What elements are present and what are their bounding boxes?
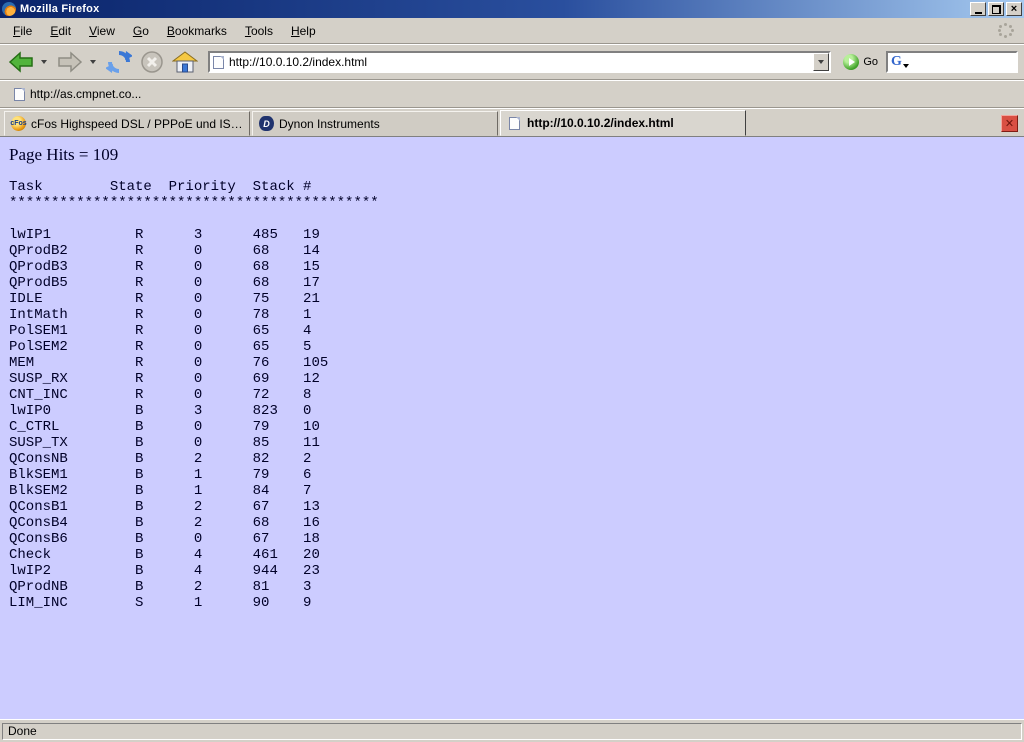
menu-help[interactable]: Help bbox=[282, 21, 325, 41]
bookmarks-toolbar: http://as.cmpnet.co... bbox=[0, 80, 1024, 108]
go-icon bbox=[843, 54, 859, 70]
url-input[interactable] bbox=[229, 54, 813, 70]
throbber-icon bbox=[998, 23, 1014, 39]
tab-bar: cFos cFos Highspeed DSL / PPPoE und ISDN… bbox=[0, 108, 1024, 137]
restore-button[interactable] bbox=[988, 2, 1004, 16]
tab-dynon[interactable]: D Dynon Instruments bbox=[252, 111, 498, 136]
search-bar: G bbox=[886, 51, 1018, 73]
bookmark-label: http://as.cmpnet.co... bbox=[30, 87, 141, 101]
navigation-toolbar: Go G bbox=[0, 44, 1024, 80]
title-bar: Mozilla Firefox × bbox=[0, 0, 1024, 18]
menu-bar: File Edit View Go Bookmarks Tools Help bbox=[0, 18, 1024, 44]
back-arrow-icon bbox=[8, 50, 34, 74]
tab-label: cFos Highspeed DSL / PPPoE und ISDN CAP.… bbox=[31, 117, 243, 131]
stop-icon bbox=[140, 50, 164, 74]
menu-file[interactable]: File bbox=[4, 21, 41, 41]
status-text: Done bbox=[2, 723, 1022, 740]
close-tab-button[interactable]: ✕ bbox=[1001, 115, 1018, 132]
tab-label: Dynon Instruments bbox=[279, 117, 380, 131]
close-icon: × bbox=[1011, 4, 1017, 14]
go-button[interactable]: Go bbox=[839, 54, 882, 70]
search-input[interactable] bbox=[909, 54, 1024, 70]
google-icon: G bbox=[891, 55, 902, 69]
minimize-icon bbox=[975, 12, 982, 14]
go-label: Go bbox=[863, 56, 878, 68]
status-bar: Done bbox=[0, 719, 1024, 742]
menu-tools[interactable]: Tools bbox=[236, 21, 282, 41]
reload-icon bbox=[106, 49, 132, 75]
menu-view[interactable]: View bbox=[80, 21, 124, 41]
close-icon: ✕ bbox=[1005, 119, 1014, 129]
back-dropdown-icon[interactable] bbox=[41, 60, 47, 64]
tab-index-html-active[interactable]: http://10.0.10.2/index.html bbox=[500, 110, 746, 136]
forward-button[interactable] bbox=[55, 47, 85, 77]
page-hits-text: Page Hits = 109 bbox=[9, 145, 1024, 165]
home-button[interactable] bbox=[170, 47, 200, 77]
window-title: Mozilla Firefox bbox=[20, 3, 970, 15]
minimize-button[interactable] bbox=[970, 2, 986, 16]
forward-dropdown-icon[interactable] bbox=[90, 60, 96, 64]
menu-edit[interactable]: Edit bbox=[41, 21, 80, 41]
forward-arrow-icon bbox=[57, 50, 83, 74]
home-icon bbox=[172, 50, 198, 74]
page-icon bbox=[213, 56, 224, 69]
chevron-down-icon bbox=[818, 60, 824, 64]
menu-bookmarks[interactable]: Bookmarks bbox=[158, 21, 236, 41]
dynon-icon: D bbox=[259, 116, 274, 131]
page-content: Page Hits = 109 Task State Priority Stac… bbox=[0, 137, 1024, 719]
page-icon bbox=[507, 116, 522, 131]
tab-cfos[interactable]: cFos cFos Highspeed DSL / PPPoE und ISDN… bbox=[4, 111, 250, 136]
url-dropdown-button[interactable] bbox=[813, 53, 829, 71]
address-bar bbox=[208, 51, 831, 73]
bookmark-page-icon bbox=[14, 88, 25, 101]
close-button[interactable]: × bbox=[1006, 2, 1022, 16]
stop-button[interactable] bbox=[138, 47, 166, 77]
back-button[interactable] bbox=[6, 47, 36, 77]
restore-icon bbox=[992, 5, 1001, 14]
tab-label: http://10.0.10.2/index.html bbox=[527, 116, 674, 130]
reload-button[interactable] bbox=[104, 47, 134, 77]
menu-go[interactable]: Go bbox=[124, 21, 158, 41]
task-table: Task State Priority Stack # ************… bbox=[9, 179, 1024, 611]
browser-window: Mozilla Firefox × File Edit View Go Book… bbox=[0, 0, 1024, 742]
cfos-icon: cFos bbox=[11, 116, 26, 131]
bookmark-item[interactable]: http://as.cmpnet.co... bbox=[8, 85, 147, 103]
firefox-icon bbox=[2, 2, 16, 16]
